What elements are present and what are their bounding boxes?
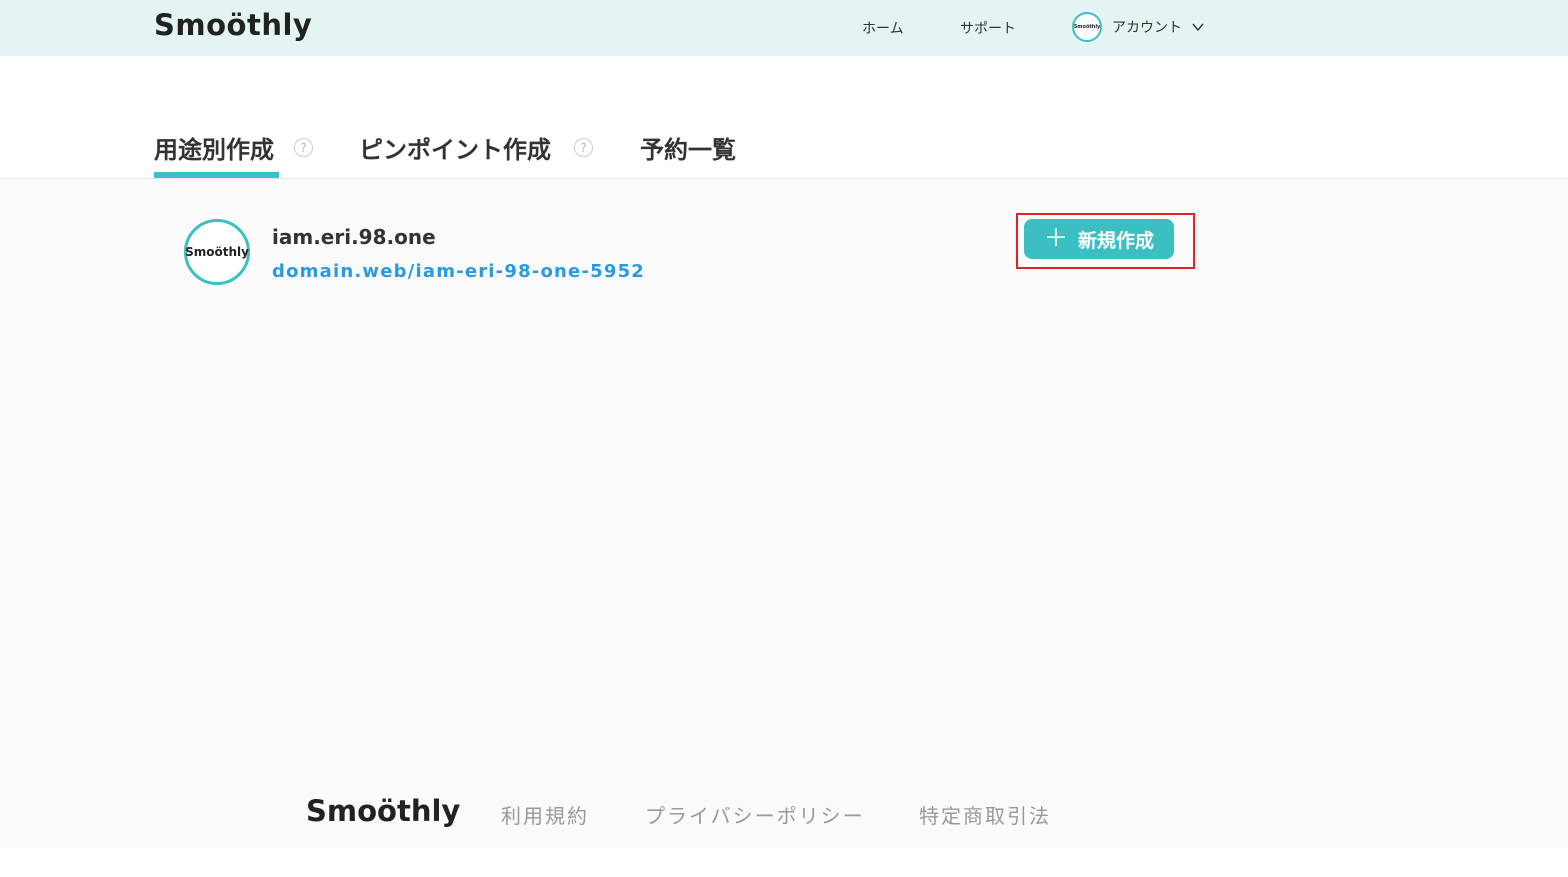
tab-pinpoint-create[interactable]: ピンポイント作成 xyxy=(359,130,551,165)
new-create-label: 新規作成 xyxy=(1077,230,1154,252)
nav-support-link[interactable]: サポート xyxy=(960,18,1016,38)
help-icon[interactable]: ? xyxy=(294,138,313,157)
account-menu[interactable]: Smoöthly アカウント xyxy=(1072,12,1204,42)
footer: Smoöthly 利用規約 プライバシーポリシー 特定商取引法 xyxy=(0,776,1568,848)
footer-terms-link[interactable]: 利用規約 xyxy=(501,800,589,829)
tab-bar: 用途別作成 ? ピンポイント作成 ? 予約一覧 xyxy=(0,56,1568,179)
active-tab-indicator xyxy=(154,172,279,178)
top-header: Smoöthly ホーム サポート Smoöthly アカウント xyxy=(0,0,1568,56)
footer-logo[interactable]: Smoöthly xyxy=(306,794,460,828)
account-name: iam.eri.98.one xyxy=(272,225,436,249)
brand-logo[interactable]: Smoöthly xyxy=(154,8,312,42)
tab-usage-create[interactable]: 用途別作成 xyxy=(154,130,274,165)
plus-icon: ＋ xyxy=(1043,225,1068,252)
account-avatar: Smoöthly xyxy=(184,219,250,285)
account-menu-label: アカウント xyxy=(1112,20,1182,36)
tab-reservation-list[interactable]: 予約一覧 xyxy=(640,130,736,165)
main-content: Smoöthly iam.eri.98.one domain.web/iam-e… xyxy=(0,179,1568,848)
chevron-down-icon xyxy=(1192,23,1204,32)
new-create-button[interactable]: ＋ 新規作成 xyxy=(1024,219,1174,259)
account-url-link[interactable]: domain.web/iam-eri-98-one-5952 xyxy=(272,261,645,282)
footer-privacy-link[interactable]: プライバシーポリシー xyxy=(645,800,865,829)
user-avatar: Smoöthly xyxy=(1072,12,1102,42)
footer-commerce-law-link[interactable]: 特定商取引法 xyxy=(919,800,1051,829)
help-icon[interactable]: ? xyxy=(574,138,593,157)
nav-home-link[interactable]: ホーム xyxy=(862,18,904,38)
page-bottom-margin xyxy=(0,848,1568,877)
